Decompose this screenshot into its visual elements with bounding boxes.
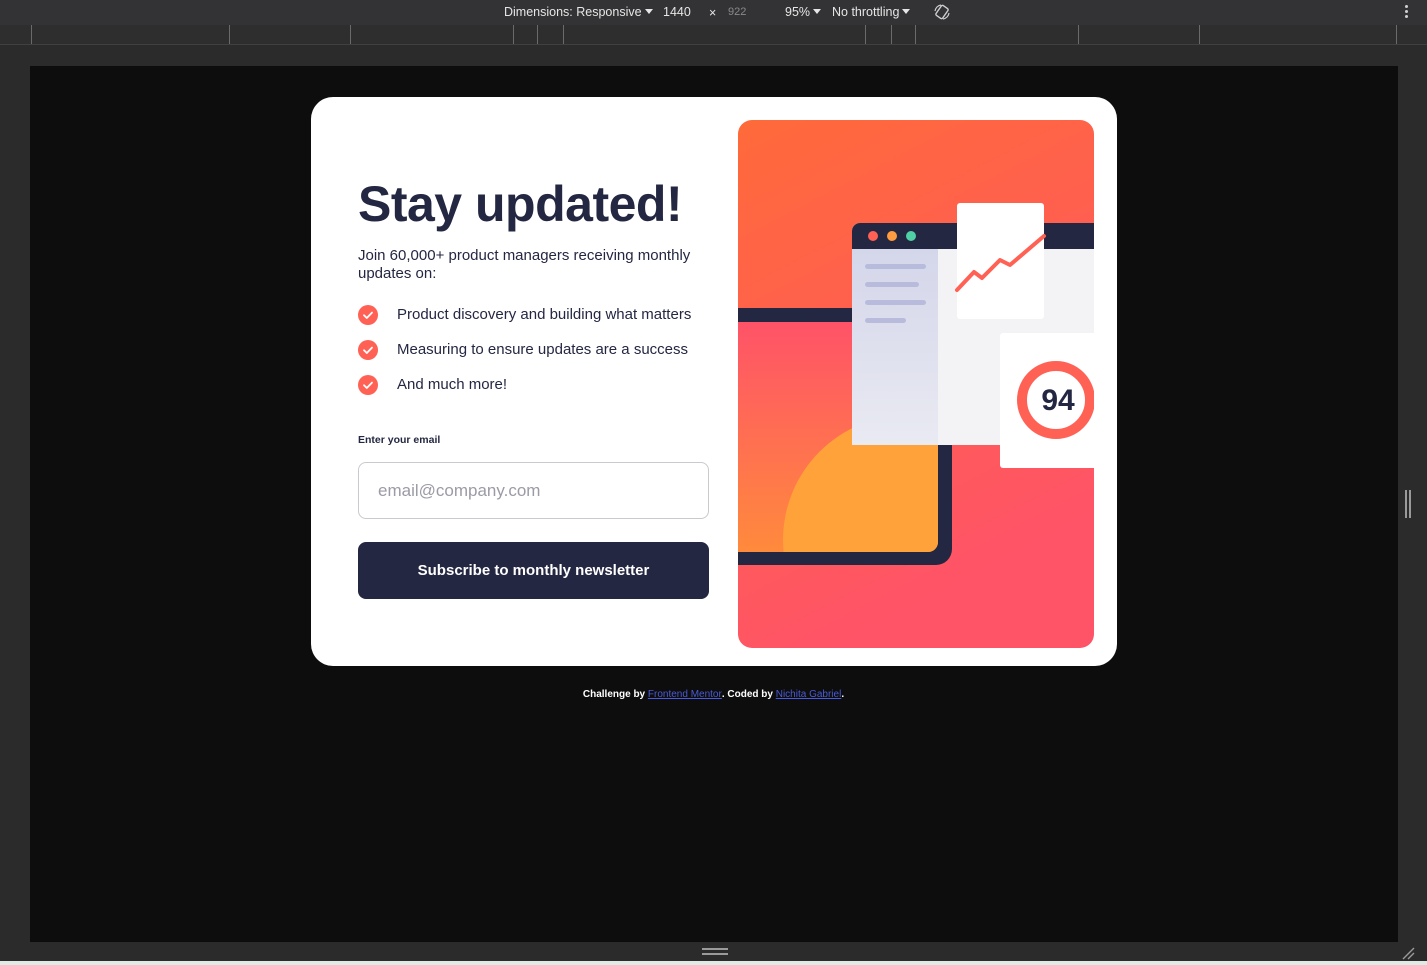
benefits-list: Product discovery and building what matt…: [358, 305, 691, 410]
newsletter-illustration: 94: [738, 120, 1094, 648]
email-field[interactable]: [358, 462, 709, 519]
list-item: And much more!: [358, 375, 691, 410]
footer-end: .: [841, 689, 845, 700]
check-circle-icon: [358, 340, 378, 360]
kebab-menu-icon[interactable]: [1403, 5, 1409, 20]
challenge-text: Challenge by: [582, 689, 648, 700]
footer-attribution: Challenge by Frontend Mentor. Coded by N…: [0, 689, 1427, 700]
chevron-down-icon: [813, 9, 822, 14]
newsletter-card: Stay updated! Join 60,000+ product manag…: [311, 97, 1117, 666]
frontend-mentor-link[interactable]: Frontend Mentor: [648, 689, 722, 700]
throttling-label: No throttling: [832, 5, 900, 19]
throttling-dropdown[interactable]: No throttling: [832, 5, 911, 19]
coded-by-text: . Coded by: [721, 689, 776, 700]
devtools-toolbar: Dimensions: Responsive 1440 × 922 95% No…: [0, 0, 1427, 25]
list-item: Product discovery and building what matt…: [358, 305, 691, 340]
chevron-down-icon: [644, 9, 653, 14]
list-item-label: And much more!: [397, 376, 508, 393]
height-field[interactable]: 922: [728, 6, 746, 18]
times-sign: ×: [709, 6, 717, 20]
bottom-strip: [0, 961, 1427, 965]
media-query-ruler[interactable]: [0, 25, 1427, 45]
chevron-down-icon: [902, 9, 911, 14]
zoom-label: 95%: [785, 5, 811, 19]
rotate-device-icon[interactable]: [933, 3, 951, 21]
dimensions-dropdown[interactable]: Dimensions: Responsive: [504, 5, 653, 19]
list-item-label: Product discovery and building what matt…: [397, 306, 692, 323]
list-item: Measuring to ensure updates are a succes…: [358, 340, 691, 375]
check-circle-icon: [358, 305, 378, 325]
intro-text: Join 60,000+ product managers receiving …: [358, 247, 691, 282]
width-field[interactable]: 1440: [663, 5, 691, 19]
email-label: Enter your email: [358, 434, 441, 446]
list-item-label: Measuring to ensure updates are a succes…: [397, 341, 688, 358]
dimensions-label: Dimensions: Responsive: [504, 5, 642, 19]
check-circle-icon: [358, 375, 378, 395]
resize-handle-bottom[interactable]: [702, 948, 728, 957]
resize-corner-icon[interactable]: [1400, 945, 1416, 961]
score-value: 94: [1041, 384, 1075, 417]
zoom-dropdown[interactable]: 95%: [785, 5, 822, 19]
author-link[interactable]: Nichita Gabriel: [776, 689, 842, 700]
subscribe-button[interactable]: Subscribe to monthly newsletter: [358, 542, 709, 599]
page-title: Stay updated!: [358, 176, 683, 232]
resize-handle-right[interactable]: [1405, 490, 1411, 518]
